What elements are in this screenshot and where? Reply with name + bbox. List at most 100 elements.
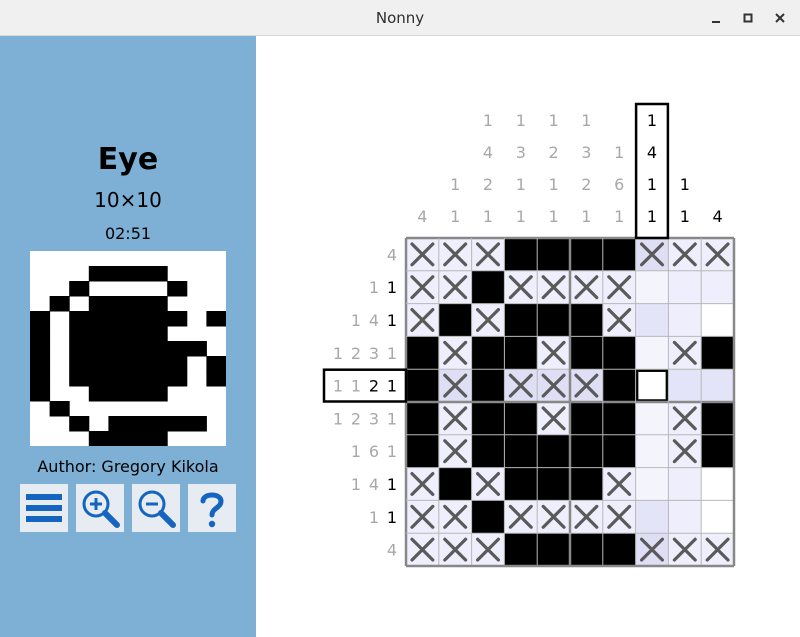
- maximize-button[interactable]: [738, 8, 758, 28]
- preview-pixel: [88, 266, 109, 282]
- column-clue: 1: [549, 111, 559, 130]
- grid-cell[interactable]: [602, 533, 636, 566]
- grid-cell[interactable]: [471, 369, 505, 402]
- grid-cell[interactable]: [504, 303, 538, 337]
- row-clue: 1: [333, 344, 343, 363]
- preview-pixel: [88, 296, 109, 312]
- grid-cell[interactable]: [602, 369, 636, 402]
- preview-pixel: [206, 356, 227, 372]
- grid-cell[interactable]: [570, 402, 603, 435]
- grid-cell[interactable]: [701, 336, 734, 370]
- row-clue: 1: [369, 508, 379, 527]
- preview-pixel: [147, 341, 168, 357]
- grid-cell[interactable]: [701, 303, 734, 337]
- grid-cell[interactable]: [570, 303, 603, 337]
- preview-pixel: [108, 416, 129, 432]
- grid-cell[interactable]: [537, 303, 570, 337]
- grid-cell[interactable]: [602, 238, 636, 271]
- grid-cell[interactable]: [406, 402, 439, 435]
- row-clue: 1: [351, 377, 361, 396]
- grid-cell[interactable]: [537, 238, 570, 271]
- grid-cell[interactable]: [537, 533, 570, 566]
- row-clue: 1: [387, 278, 397, 297]
- grid-cell[interactable]: [570, 467, 603, 501]
- row-clue: 4: [387, 245, 397, 264]
- grid-cell[interactable]: [701, 402, 734, 435]
- puzzle-title: Eye: [97, 142, 159, 177]
- grid-cell[interactable]: [701, 369, 734, 402]
- close-button[interactable]: [770, 8, 790, 28]
- grid-cell[interactable]: [635, 467, 669, 501]
- grid-cell[interactable]: [471, 270, 505, 304]
- preview-pixel: [128, 431, 149, 447]
- grid-cell[interactable]: [537, 434, 570, 468]
- minimize-button[interactable]: [706, 8, 726, 28]
- preview-pixel: [167, 416, 188, 432]
- grid-cell[interactable]: [504, 434, 538, 468]
- grid-cell[interactable]: [701, 467, 734, 501]
- preview-pixel: [30, 386, 51, 402]
- grid-cell[interactable]: [504, 336, 538, 370]
- grid-cell[interactable]: [570, 533, 603, 566]
- grid-cell[interactable]: [406, 336, 439, 370]
- help-button[interactable]: [188, 484, 236, 532]
- grid-cell[interactable]: [602, 402, 636, 435]
- grid-cell[interactable]: [701, 434, 734, 468]
- grid-cell[interactable]: [635, 270, 669, 304]
- grid-cell[interactable]: [668, 369, 702, 402]
- grid-cell[interactable]: [668, 500, 702, 534]
- zoom-out-button[interactable]: [132, 484, 180, 532]
- solution-preview: [30, 251, 227, 447]
- grid-cell[interactable]: [668, 467, 702, 501]
- grid-cell[interactable]: [602, 434, 636, 468]
- column-clue: 2: [581, 175, 591, 194]
- grid-cell[interactable]: [438, 303, 472, 337]
- grid-cell[interactable]: [471, 434, 505, 468]
- preview-pixel: [69, 356, 90, 372]
- column-clue: 6: [614, 175, 624, 194]
- column-clue: 3: [516, 143, 526, 162]
- grid-cell[interactable]: [504, 533, 538, 566]
- grid-cell[interactable]: [570, 238, 603, 271]
- grid-cell[interactable]: [438, 467, 472, 501]
- grid-cell[interactable]: [504, 467, 538, 501]
- grid-cell[interactable]: [471, 500, 505, 534]
- grid-cell[interactable]: [668, 303, 702, 337]
- grid-cell[interactable]: [701, 500, 734, 534]
- column-clue: 1: [581, 207, 591, 226]
- grid-cell[interactable]: [635, 402, 669, 435]
- grid-cell[interactable]: [701, 270, 734, 304]
- row-clue: 1: [351, 311, 361, 330]
- preview-pixel: [69, 326, 90, 342]
- preview-pixel: [186, 341, 207, 357]
- zoom-in-button[interactable]: [76, 484, 124, 532]
- grid-cell[interactable]: [471, 336, 505, 370]
- preview-pixel: [69, 281, 90, 297]
- row-clue: 1: [387, 344, 397, 363]
- preview-pixel: [108, 341, 129, 357]
- grid-cell[interactable]: [602, 336, 636, 370]
- preview-pixel: [147, 356, 168, 372]
- grid-cell[interactable]: [406, 369, 439, 402]
- preview-pixel: [147, 311, 168, 327]
- grid-cell[interactable]: [537, 467, 570, 501]
- preview-pixel: [88, 386, 109, 402]
- grid-cell[interactable]: [635, 434, 669, 468]
- preview-pixel: [69, 416, 90, 432]
- grid-cell[interactable]: [635, 303, 669, 337]
- grid-cell[interactable]: [668, 270, 702, 304]
- grid-cell[interactable]: [504, 238, 538, 271]
- menu-button[interactable]: [20, 484, 68, 532]
- grid-cell[interactable]: [504, 402, 538, 435]
- preview-pixel: [167, 281, 188, 297]
- grid-cell[interactable]: [635, 500, 669, 534]
- grid-cell[interactable]: [635, 336, 669, 370]
- elapsed-timer: 02:51: [104, 224, 152, 243]
- grid-cell[interactable]: [471, 402, 505, 435]
- grid-cell[interactable]: [570, 336, 603, 370]
- grid-cell[interactable]: [570, 434, 603, 468]
- grid-cell[interactable]: [406, 434, 439, 468]
- column-clue: 1: [647, 207, 657, 226]
- preview-pixel: [206, 311, 227, 327]
- row-clue: 2: [369, 377, 379, 396]
